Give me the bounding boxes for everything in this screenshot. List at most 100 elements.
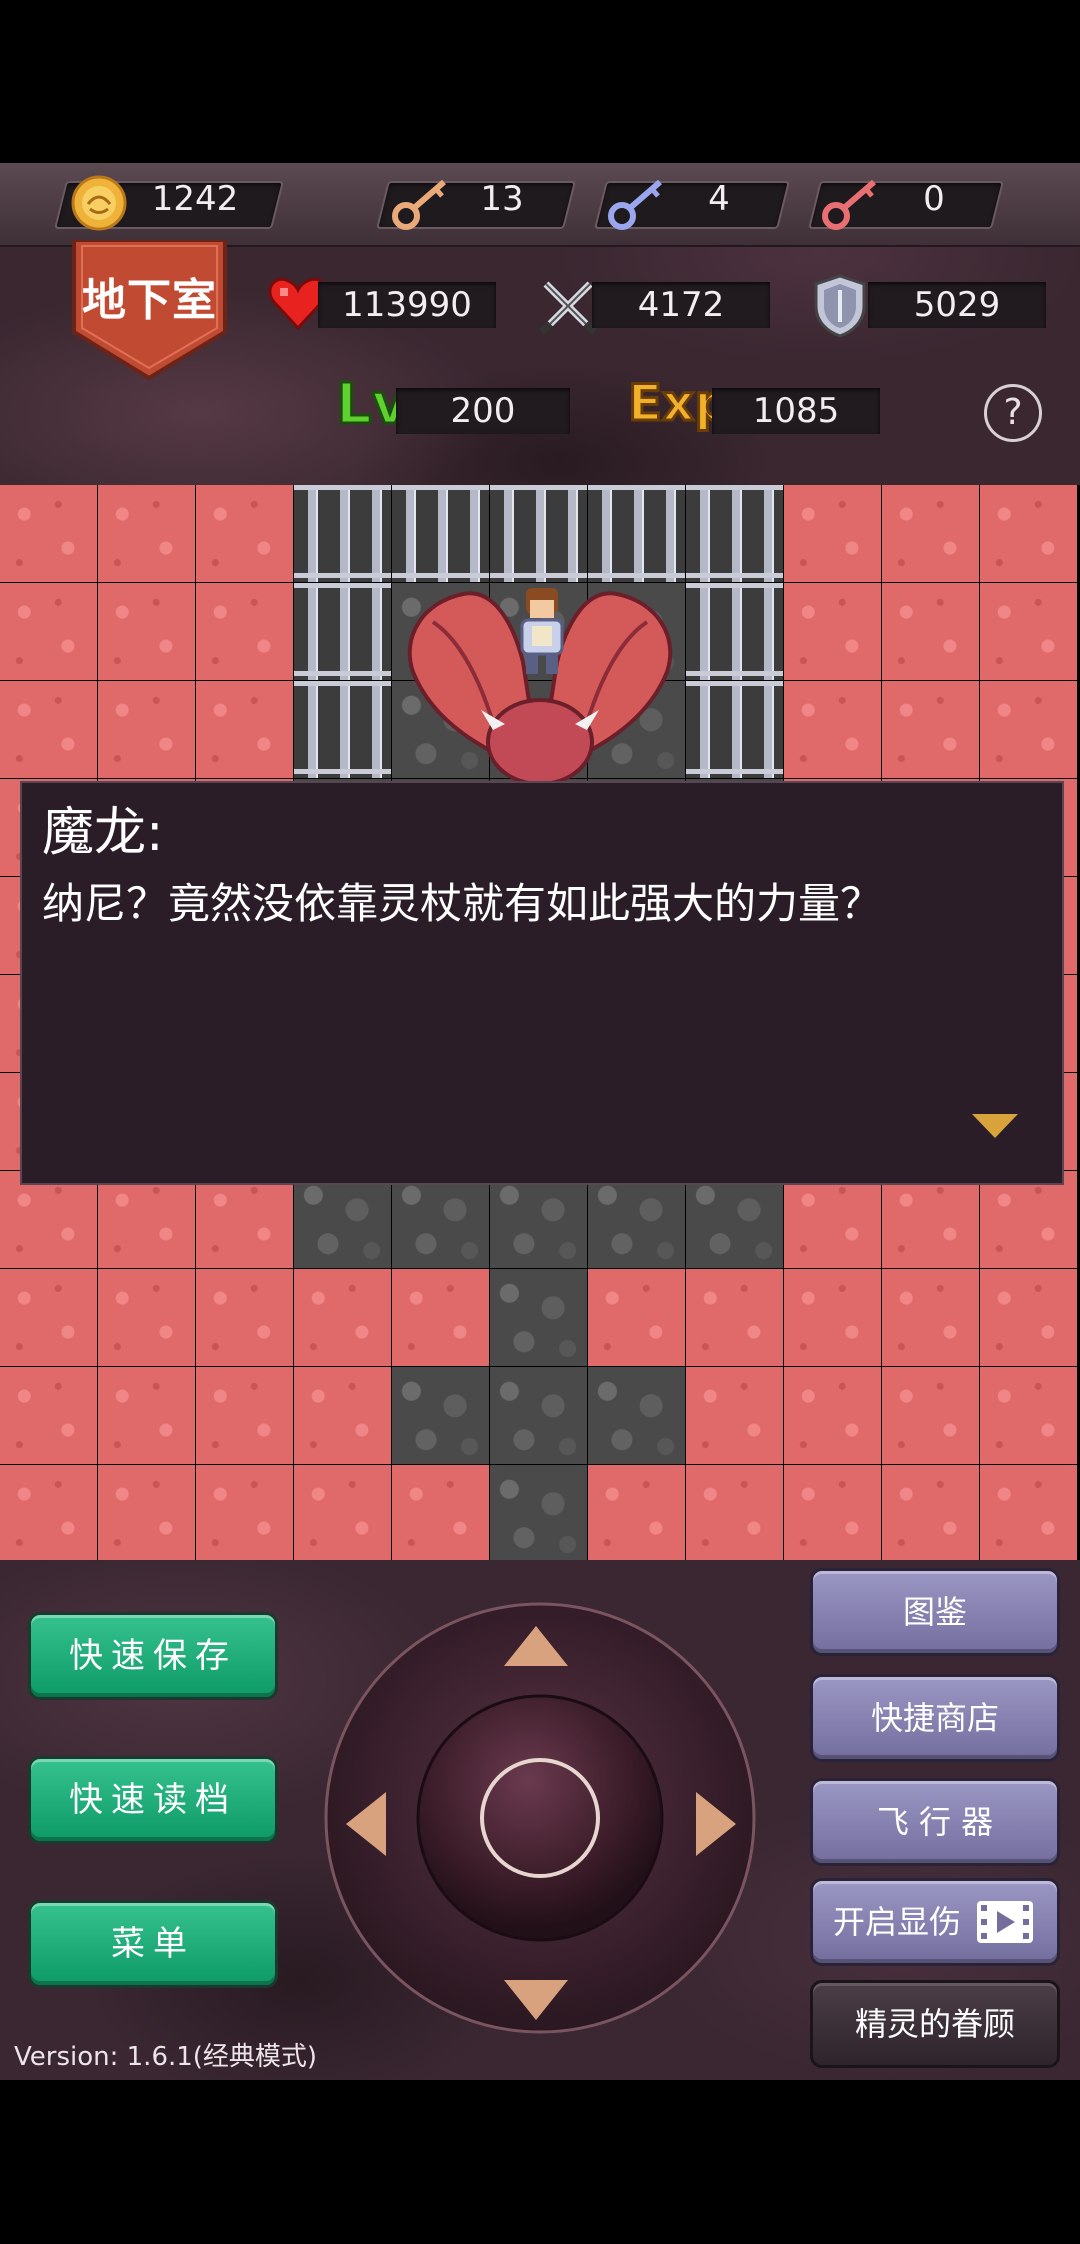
dpad-down-arrow-icon[interactable] bbox=[502, 1978, 570, 2022]
red-key-icon bbox=[822, 179, 876, 230]
yellow-key-icon bbox=[392, 179, 446, 230]
lava-tile bbox=[98, 1367, 195, 1464]
attack-value: 4172 bbox=[637, 285, 725, 325]
continue-arrow-icon[interactable] bbox=[970, 1112, 1020, 1140]
lava-tile bbox=[98, 485, 195, 582]
quick-shop-button[interactable]: 快捷商店 bbox=[810, 1674, 1060, 1762]
lava-tile bbox=[980, 1171, 1077, 1268]
bars-tile bbox=[686, 583, 783, 680]
level-value: 200 bbox=[450, 391, 516, 431]
dialog-speaker: 魔龙: bbox=[42, 803, 164, 863]
lava-tile bbox=[98, 681, 195, 778]
lava-tile bbox=[980, 1367, 1077, 1464]
dialog-box[interactable] bbox=[20, 781, 1064, 1185]
bars-tile bbox=[686, 485, 783, 582]
stone-tile bbox=[490, 1269, 587, 1366]
lava-tile bbox=[0, 1465, 97, 1562]
lava-tile bbox=[784, 583, 881, 680]
bars-tile bbox=[294, 681, 391, 778]
lava-tile bbox=[588, 1269, 685, 1366]
menu-button[interactable]: 菜单 bbox=[28, 1900, 278, 1988]
stone-tile bbox=[490, 1171, 587, 1268]
lava-tile bbox=[882, 1269, 979, 1366]
dpad-up-arrow-icon[interactable] bbox=[502, 1624, 570, 1668]
lava-tile bbox=[98, 1269, 195, 1366]
stone-tile bbox=[588, 1171, 685, 1268]
lava-tile bbox=[196, 1269, 293, 1366]
hp-value: 113990 bbox=[342, 285, 472, 325]
bars-tile bbox=[490, 485, 587, 582]
dpad-left-arrow-icon[interactable] bbox=[344, 1790, 388, 1858]
version-label: Version: 1.6.1(经典模式) bbox=[14, 2042, 318, 2072]
lava-tile bbox=[0, 1171, 97, 1268]
exp-value: 1085 bbox=[752, 391, 840, 431]
crossed-swords-icon bbox=[538, 281, 598, 336]
lava-tile bbox=[784, 1367, 881, 1464]
quick-save-button[interactable]: 快速保存 bbox=[28, 1612, 278, 1700]
stone-tile bbox=[686, 1171, 783, 1268]
lava-tile bbox=[980, 485, 1077, 582]
lava-tile bbox=[980, 1465, 1077, 1562]
lava-tile bbox=[196, 681, 293, 778]
blue-key-count: 4 bbox=[708, 179, 730, 219]
hero-sprite bbox=[520, 588, 564, 674]
lava-tile bbox=[0, 681, 97, 778]
flyer-button[interactable]: 飞 行 器 bbox=[810, 1778, 1060, 1866]
bars-tile bbox=[294, 583, 391, 680]
stone-tile bbox=[392, 1367, 489, 1464]
bars-tile bbox=[686, 681, 783, 778]
lava-tile bbox=[0, 583, 97, 680]
lava-tile bbox=[686, 1367, 783, 1464]
lava-tile bbox=[392, 1269, 489, 1366]
lava-tile bbox=[784, 1171, 881, 1268]
stone-tile bbox=[392, 1171, 489, 1268]
lava-tile bbox=[294, 1367, 391, 1464]
lava-tile bbox=[784, 1465, 881, 1562]
lava-tile bbox=[0, 1367, 97, 1464]
lava-tile bbox=[98, 1465, 195, 1562]
video-ad-icon bbox=[977, 1901, 1033, 1943]
lava-tile bbox=[686, 1465, 783, 1562]
lava-tile bbox=[784, 1269, 881, 1366]
lava-tile bbox=[196, 1367, 293, 1464]
lava-tile bbox=[784, 485, 881, 582]
stone-tile bbox=[294, 1171, 391, 1268]
quick-load-button[interactable]: 快速读档 bbox=[28, 1756, 278, 1844]
help-button[interactable]: ? bbox=[984, 384, 1042, 442]
gold-coin-icon bbox=[71, 175, 127, 231]
stone-tile bbox=[490, 1465, 587, 1562]
lava-tile bbox=[196, 1465, 293, 1562]
lava-tile bbox=[980, 681, 1077, 778]
red-key-count: 0 bbox=[923, 179, 945, 219]
lava-tile bbox=[882, 583, 979, 680]
blue-key-icon bbox=[608, 179, 662, 230]
lava-tile bbox=[98, 583, 195, 680]
show-damage-label: 开启显伤 bbox=[833, 1903, 962, 1941]
lava-tile bbox=[0, 485, 97, 582]
lava-tile bbox=[196, 1171, 293, 1268]
bars-tile bbox=[392, 485, 489, 582]
shield-icon bbox=[814, 274, 866, 338]
show-damage-button[interactable]: 开启显伤 bbox=[810, 1878, 1060, 1966]
fairy-blessing-button[interactable]: 精灵的眷顾 bbox=[810, 1980, 1060, 2068]
monster-book-button[interactable]: 图鉴 bbox=[810, 1568, 1060, 1656]
lava-tile bbox=[686, 1269, 783, 1366]
lava-tile bbox=[294, 1465, 391, 1562]
lava-tile bbox=[882, 1171, 979, 1268]
lava-tile bbox=[980, 1269, 1077, 1366]
dialog-text: 纳尼？竟然没依靠灵杖就有如此强大的力量？ bbox=[42, 879, 883, 928]
lava-tile bbox=[882, 1465, 979, 1562]
lava-tile bbox=[196, 485, 293, 582]
lava-tile bbox=[882, 681, 979, 778]
lava-tile bbox=[392, 1465, 489, 1562]
lava-tile bbox=[588, 1465, 685, 1562]
lava-tile bbox=[0, 1269, 97, 1366]
lava-tile bbox=[784, 681, 881, 778]
defense-value: 5029 bbox=[913, 285, 1001, 325]
yellow-key-count: 13 bbox=[480, 179, 524, 219]
bars-tile bbox=[294, 485, 391, 582]
gold-count: 1242 bbox=[151, 179, 239, 219]
dpad-right-arrow-icon[interactable] bbox=[694, 1790, 738, 1858]
stone-tile bbox=[588, 1367, 685, 1464]
lava-tile bbox=[196, 583, 293, 680]
